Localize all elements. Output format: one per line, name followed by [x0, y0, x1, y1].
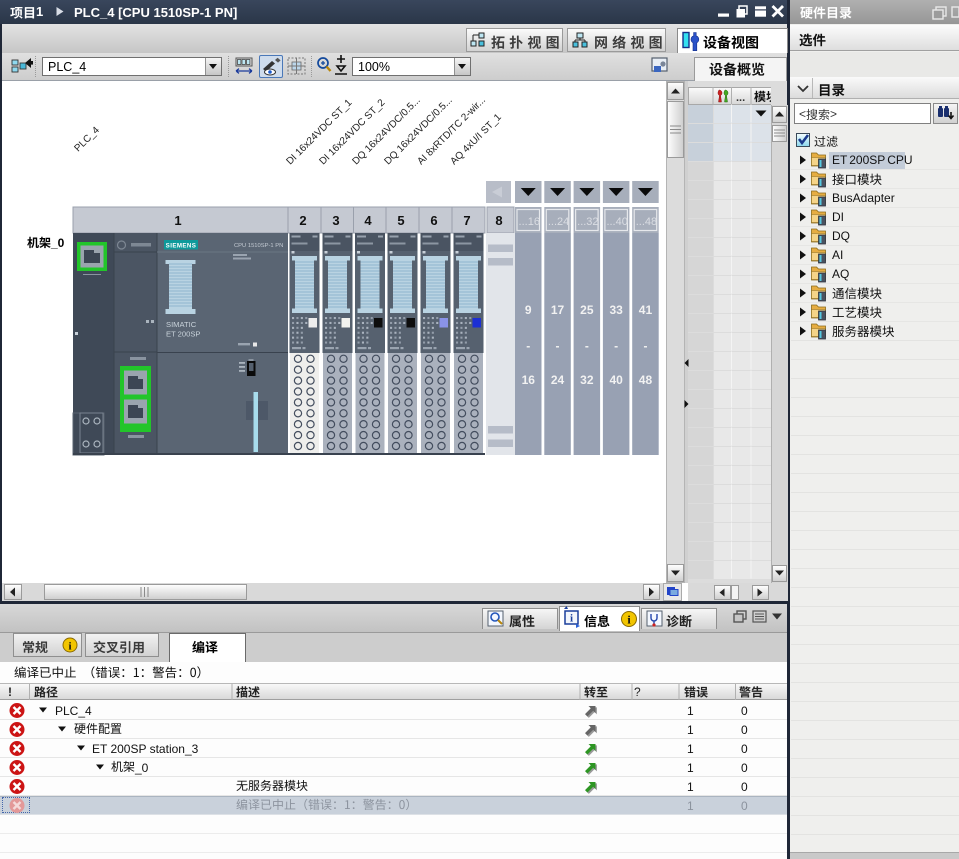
- svg-text:16: 16: [522, 373, 536, 387]
- svg-text:SIEMENS: SIEMENS: [166, 243, 197, 250]
- svg-text:9: 9: [525, 303, 532, 317]
- svg-text:-: -: [526, 339, 530, 353]
- svg-text:24: 24: [551, 373, 565, 387]
- svg-text:1: 1: [174, 213, 181, 228]
- svg-text:...32: ...32: [577, 216, 598, 228]
- svg-text:...24: ...24: [548, 216, 569, 228]
- svg-text:-: -: [643, 339, 647, 353]
- svg-text:...: ...: [736, 92, 745, 104]
- svg-text:-: -: [585, 339, 589, 353]
- svg-text:3: 3: [332, 213, 339, 228]
- svg-text:5: 5: [397, 213, 404, 228]
- svg-text:CPU 1510SP-1 PN: CPU 1510SP-1 PN: [234, 243, 283, 249]
- svg-text:40: 40: [609, 373, 623, 387]
- svg-text:41: 41: [639, 303, 653, 317]
- svg-text:i: i: [68, 641, 71, 653]
- svg-text:4: 4: [364, 213, 372, 228]
- svg-text:17: 17: [551, 303, 565, 317]
- svg-text:...48: ...48: [636, 216, 657, 228]
- svg-text:8: 8: [495, 213, 502, 228]
- svg-text:...40: ...40: [606, 216, 627, 228]
- svg-text:SIMATIC: SIMATIC: [166, 320, 197, 329]
- svg-text:ET 200SP: ET 200SP: [166, 330, 200, 339]
- svg-text:7: 7: [463, 213, 470, 228]
- svg-text:-: -: [614, 339, 618, 353]
- svg-text:i: i: [570, 613, 573, 625]
- svg-text:25: 25: [580, 303, 594, 317]
- svg-text:2: 2: [299, 213, 306, 228]
- svg-text:-: -: [556, 339, 560, 353]
- svg-text:...16: ...16: [519, 216, 540, 228]
- svg-text:48: 48: [639, 373, 653, 387]
- svg-text:32: 32: [580, 373, 594, 387]
- svg-text:6: 6: [430, 213, 437, 228]
- svg-text:33: 33: [609, 303, 623, 317]
